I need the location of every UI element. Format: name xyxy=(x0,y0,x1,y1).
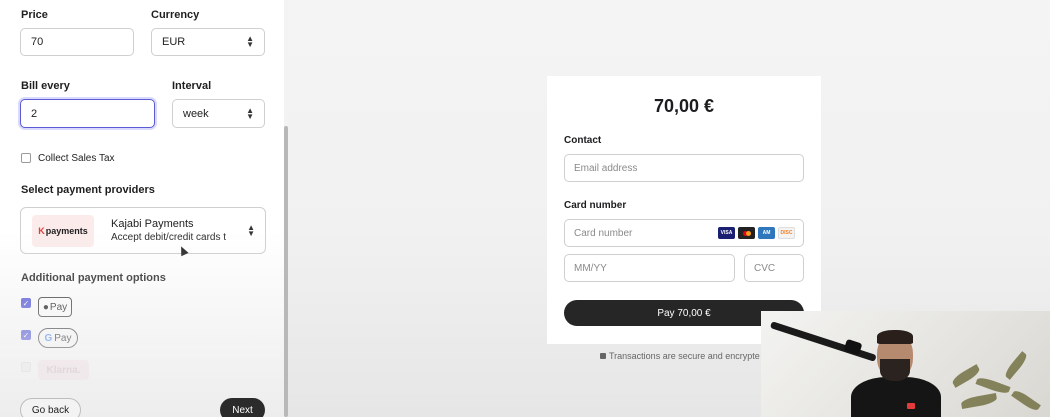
chevron-updown-icon: ▲ ▼ xyxy=(246,105,254,121)
google-icon: G xyxy=(44,332,53,344)
checkout-amount: 70,00 € xyxy=(653,96,715,116)
klarna-badge: Klarna. xyxy=(38,360,89,380)
cvc-input[interactable]: CVC xyxy=(744,254,804,282)
apple-icon: ● xyxy=(42,301,49,313)
email-input[interactable]: Email address xyxy=(564,154,804,182)
next-button[interactable]: Next xyxy=(220,398,265,417)
presenter-beard xyxy=(880,359,910,381)
card-number-input[interactable]: Card number VISA AM DISC xyxy=(564,219,804,247)
interval-select[interactable]: week ▲ ▼ xyxy=(172,99,265,128)
webcam-overlay xyxy=(761,311,1050,417)
provider-name: Kajabi Payments xyxy=(111,218,194,230)
pricing-form-panel: Price 70 Currency EUR ▲ ▼ Bill every 2 In… xyxy=(0,0,286,417)
price-label: Price xyxy=(21,9,48,21)
go-back-button[interactable]: Go back xyxy=(20,398,81,417)
kajabi-logo xyxy=(907,403,915,409)
collect-tax-label: Collect Sales Tax xyxy=(38,153,115,164)
currency-select[interactable]: EUR ▲ ▼ xyxy=(151,28,265,56)
kajabi-payments-logo: Kpayments xyxy=(32,215,94,247)
bill-every-label: Bill every xyxy=(21,80,70,92)
chevron-updown-icon: ▲ ▼ xyxy=(247,222,255,238)
apple-pay-checkbox[interactable]: ✓ xyxy=(21,298,31,308)
lock-icon xyxy=(600,353,606,359)
secure-note: Transactions are secure and encrypte xyxy=(600,351,760,361)
bill-every-value: 2 xyxy=(31,107,38,120)
checkout-preview-card: 70,00 € Contact Email address Card numbe… xyxy=(547,76,821,344)
cvc-placeholder: CVC xyxy=(754,262,776,274)
card-number-placeholder: Card number xyxy=(574,227,633,239)
payment-provider-select[interactable]: Kpayments Kajabi Payments Accept debit/c… xyxy=(20,207,266,254)
interval-label: Interval xyxy=(172,80,212,92)
klarna-checkbox[interactable] xyxy=(21,362,31,372)
price-value: 70 xyxy=(31,36,44,48)
bill-every-input[interactable]: 2 xyxy=(20,99,155,128)
contact-label: Contact xyxy=(564,135,602,146)
discover-icon: DISC xyxy=(778,227,795,239)
card-brands: VISA AM DISC xyxy=(718,227,795,239)
mastercard-icon xyxy=(738,227,755,239)
plant-leaf xyxy=(1011,388,1041,413)
visa-icon: VISA xyxy=(718,227,735,239)
currency-label: Currency xyxy=(151,9,200,21)
email-placeholder: Email address xyxy=(574,162,638,174)
provider-description: Accept debit/credit cards t xyxy=(111,232,227,243)
chevron-updown-icon: ▲ ▼ xyxy=(246,34,254,49)
card-number-label: Card number xyxy=(564,200,627,211)
collect-tax-checkbox[interactable] xyxy=(21,153,31,163)
currency-value: EUR xyxy=(162,36,186,48)
additional-options-heading: Additional payment options xyxy=(21,272,166,284)
apple-pay-badge: ● Pay xyxy=(38,297,72,317)
price-input[interactable]: 70 xyxy=(20,28,134,56)
expiry-placeholder: MM/YY xyxy=(574,262,607,274)
expiry-input[interactable]: MM/YY xyxy=(564,254,735,282)
presenter-body xyxy=(851,377,941,417)
mic-arm xyxy=(769,321,877,362)
google-pay-checkbox[interactable]: ✓ xyxy=(21,330,31,340)
plant-leaf xyxy=(1002,351,1030,380)
plant-leaf xyxy=(960,392,998,410)
presenter-hair xyxy=(877,330,913,344)
interval-value: week xyxy=(183,107,209,120)
amex-icon: AM xyxy=(758,227,775,239)
providers-heading: Select payment providers xyxy=(21,184,155,196)
google-pay-badge: G Pay xyxy=(38,328,78,348)
